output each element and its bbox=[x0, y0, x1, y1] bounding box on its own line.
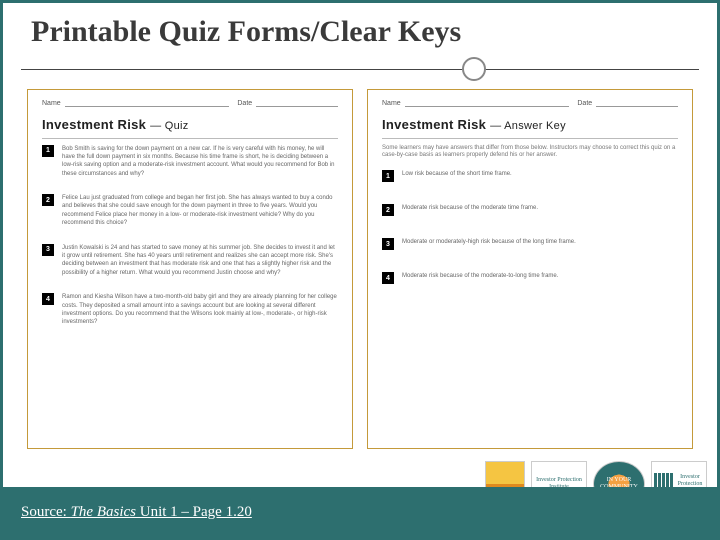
answer-key-sheet: Name Date Investment Risk — Answer Key S… bbox=[367, 89, 693, 449]
footer-bar: Source: The Basics Unit 1 – Page 1.20 bbox=[3, 487, 717, 537]
item-text: Moderate risk because of the moderate ti… bbox=[402, 204, 678, 216]
item-number: 1 bbox=[382, 170, 394, 182]
date-field: Date bbox=[237, 98, 338, 107]
divider bbox=[21, 55, 699, 85]
list-item: 1 Low risk because of the short time fram… bbox=[382, 170, 678, 182]
item-text: Ramon and Kiesha Wilson have a two-month… bbox=[62, 293, 338, 327]
item-number: 3 bbox=[382, 238, 394, 250]
item-text: Moderate or moderately-high risk because… bbox=[402, 238, 678, 250]
item-number: 1 bbox=[42, 145, 54, 157]
list-item: 3 Justin Kowalski is 24 and has started t… bbox=[42, 244, 338, 278]
name-field: Name bbox=[42, 98, 229, 107]
source-citation: Source: The Basics Unit 1 – Page 1.20 bbox=[21, 504, 252, 521]
list-item: 4 Moderate risk because of the moderate-t… bbox=[382, 272, 678, 284]
key-note: Some learners may have answers that diff… bbox=[382, 145, 678, 161]
list-item: 4 Ramon and Kiesha Wilson have a two-mont… bbox=[42, 293, 338, 327]
quiz-heading: Investment Risk — Quiz bbox=[42, 117, 338, 132]
item-text: Moderate risk because of the moderate-to… bbox=[402, 272, 678, 284]
item-number: 2 bbox=[42, 194, 54, 206]
list-item: 2 Felice Lau just graduated from college … bbox=[42, 194, 338, 228]
item-text: Justin Kowalski is 24 and has started to… bbox=[62, 244, 338, 278]
item-text: Felice Lau just graduated from college a… bbox=[62, 194, 338, 228]
item-number: 3 bbox=[42, 244, 54, 256]
item-text: Low risk because of the short time frame… bbox=[402, 170, 678, 182]
key-heading: Investment Risk — Answer Key bbox=[382, 117, 678, 132]
document-previews: Name Date Investment Risk — Quiz 1 Bob Sm… bbox=[3, 85, 717, 449]
list-item: 1 Bob Smith is saving for the down paymen… bbox=[42, 145, 338, 179]
quiz-questions: 1 Bob Smith is saving for the down paymen… bbox=[42, 145, 338, 327]
item-number: 4 bbox=[382, 272, 394, 284]
item-text: Bob Smith is saving for the down payment… bbox=[62, 145, 338, 179]
name-field: Name bbox=[382, 98, 569, 107]
quiz-sheet: Name Date Investment Risk — Quiz 1 Bob Sm… bbox=[27, 89, 353, 449]
divider-circle bbox=[462, 57, 486, 81]
item-number: 4 bbox=[42, 293, 54, 305]
item-number: 2 bbox=[382, 204, 394, 216]
list-item: 2 Moderate risk because of the moderate t… bbox=[382, 204, 678, 216]
list-item: 3 Moderate or moderately-high risk becaus… bbox=[382, 238, 678, 250]
key-answers: 1 Low risk because of the short time fram… bbox=[382, 170, 678, 284]
date-field: Date bbox=[577, 98, 678, 107]
slide-title: Printable Quiz Forms/Clear Keys bbox=[3, 3, 717, 55]
